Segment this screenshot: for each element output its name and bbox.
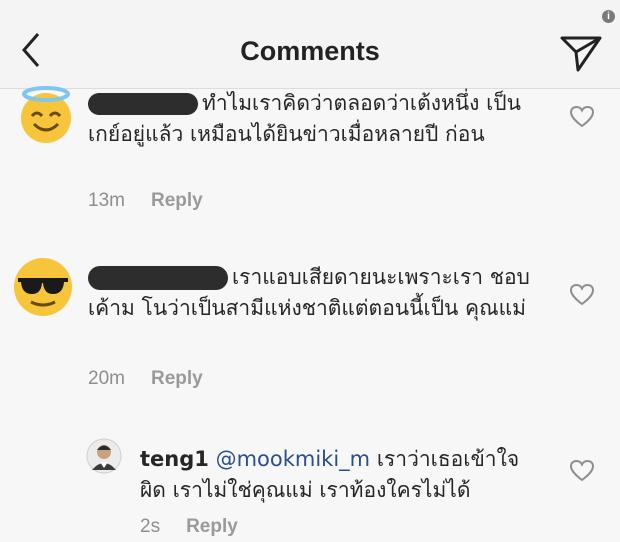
timestamp: 13m xyxy=(88,190,125,211)
timestamp: 20m xyxy=(88,368,125,389)
reply-username[interactable]: teng1 xyxy=(140,447,209,471)
heart-icon[interactable] xyxy=(570,106,594,128)
mention-link[interactable]: @mookmiki_m xyxy=(216,447,371,471)
profile-photo xyxy=(86,438,122,474)
comment-meta: 20m Reply xyxy=(88,368,203,390)
paper-plane-icon[interactable] xyxy=(556,30,606,76)
redacted-username xyxy=(88,93,198,115)
comment-body: เราแอบเสียดายนะเพราะเรา ชอบเค้าม โนว่าเป… xyxy=(88,262,548,324)
reply-button[interactable]: Reply xyxy=(186,516,238,537)
comment-meta: 13m Reply xyxy=(88,190,203,212)
halo-smiley-emoji xyxy=(21,86,71,143)
reply-button[interactable]: Reply xyxy=(151,368,203,389)
reply-body: teng1 @mookmiki_m เราว่าเธอเข้าใจ ผิด เร… xyxy=(140,444,540,506)
redacted-username xyxy=(88,266,228,290)
header-bar: Comments i xyxy=(0,0,620,89)
info-icon[interactable]: i xyxy=(602,10,615,23)
sunglasses-emoji xyxy=(14,258,72,316)
comment-meta: 2s Reply xyxy=(140,516,238,538)
heart-icon[interactable] xyxy=(570,284,594,306)
reply-button[interactable]: Reply xyxy=(151,190,203,211)
timestamp: 2s xyxy=(140,516,161,537)
comment-body: ทำไมเราคิดว่าตลอดว่าเต้งหนึ่ง เป็นเกย์อย… xyxy=(88,88,548,150)
heart-icon[interactable] xyxy=(570,460,594,482)
page-title: Comments xyxy=(240,36,380,66)
